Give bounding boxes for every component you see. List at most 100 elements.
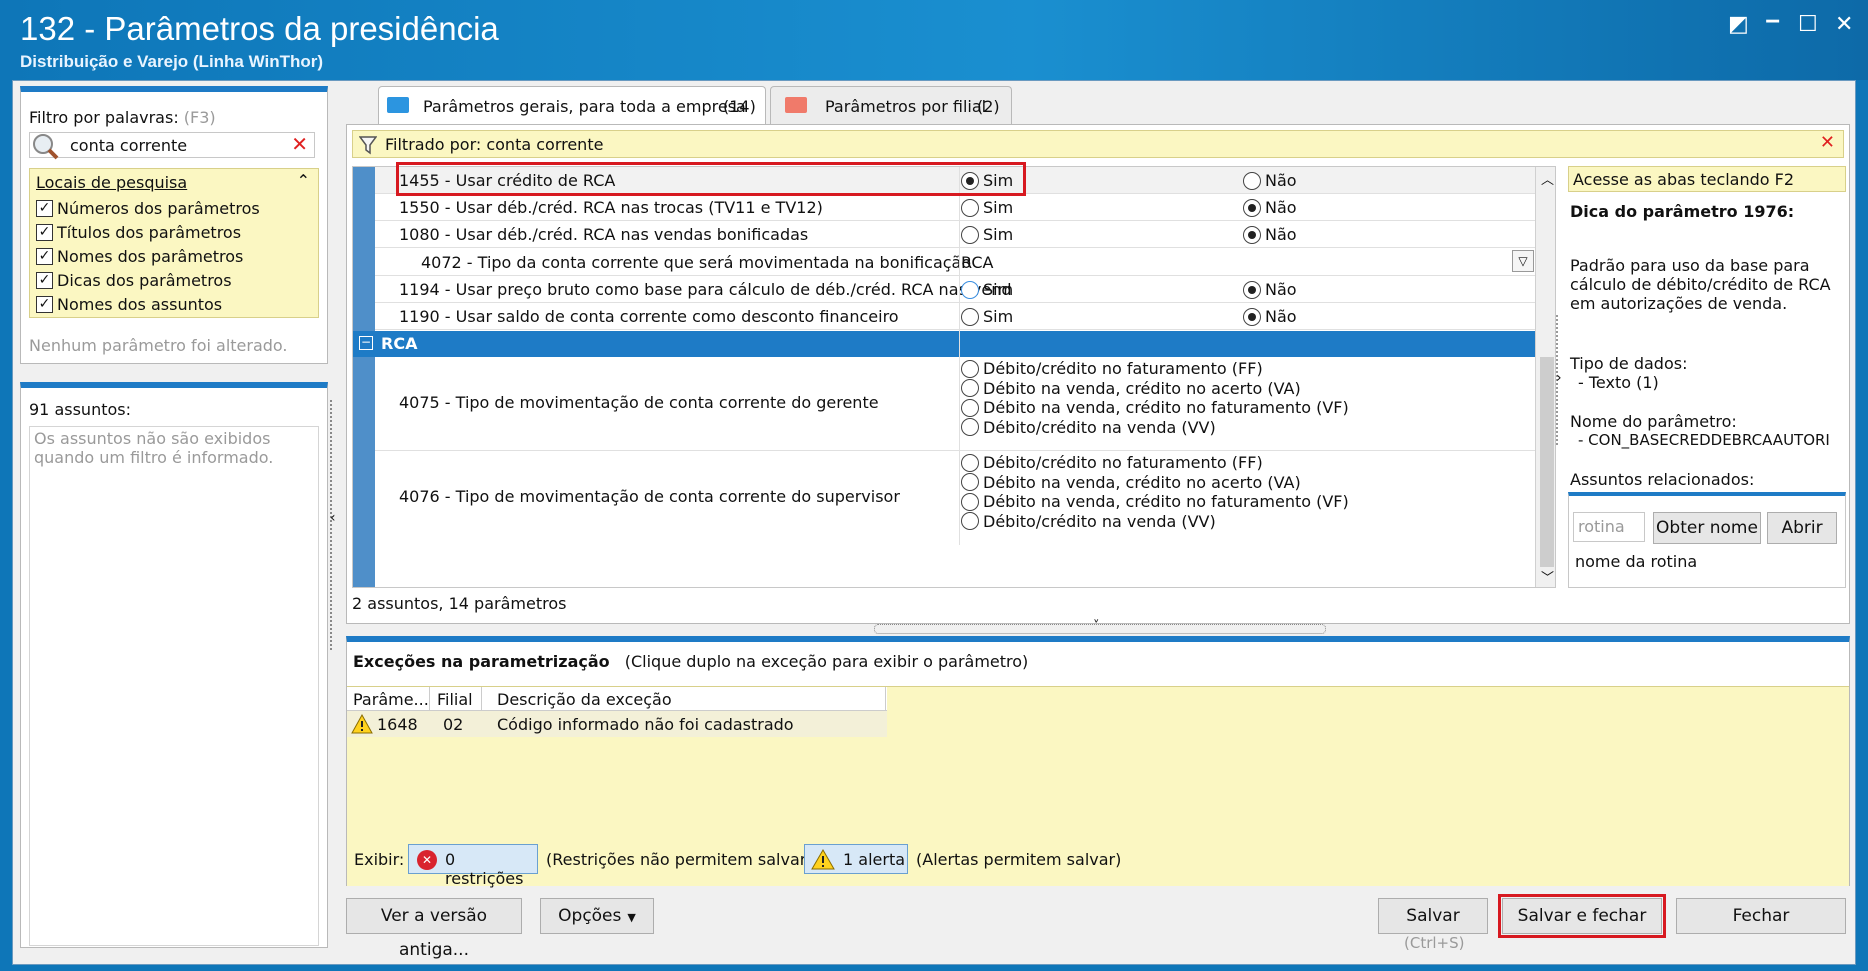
tab-parametros-filial[interactable]: Parâmetros por filial (2): [770, 86, 1012, 124]
scroll-up-icon[interactable]: ︿: [1541, 169, 1554, 188]
locais-item[interactable]: ✓ Números dos parâmetros: [36, 199, 260, 218]
radio-icon[interactable]: [1243, 198, 1261, 217]
radio-yes[interactable]: Sim: [961, 280, 1013, 300]
radio-option[interactable]: Débito na venda, crédito no acerto (VA): [961, 473, 1349, 493]
group-header-rca[interactable]: − RCA: [353, 331, 1535, 357]
radio-icon[interactable]: [961, 359, 979, 378]
param-grid: 1455 - Usar crédito de RCA Sim Não 1550 …: [352, 166, 1556, 588]
abrir-button[interactable]: Abrir: [1767, 512, 1837, 544]
tipo-value: - Texto (1): [1578, 373, 1659, 392]
maximize-icon[interactable]: ☐: [1798, 12, 1818, 37]
param-row[interactable]: 1194 - Usar preço bruto como base para c…: [375, 276, 1535, 303]
param-row[interactable]: 1190 - Usar saldo de conta corrente como…: [375, 303, 1535, 330]
locais-title: Locais de pesquisa: [36, 173, 188, 192]
checkbox-icon[interactable]: ✓: [36, 248, 53, 265]
tab-parametros-gerais[interactable]: Parâmetros gerais, para toda a empresa (…: [378, 86, 766, 126]
radio-icon[interactable]: [961, 379, 979, 397]
assuntos-note: Os assuntos não são exibidos quando um f…: [34, 429, 274, 467]
rotina-input[interactable]: rotina: [1573, 512, 1645, 542]
radio-icon[interactable]: [961, 418, 979, 436]
filter-input[interactable]: conta corrente: [70, 136, 187, 155]
radio-option[interactable]: Débito na venda, crédito no faturamento …: [961, 492, 1349, 512]
horizontal-splitter[interactable]: [874, 624, 1326, 634]
locais-item[interactable]: ✓ Nomes dos parâmetros: [36, 247, 243, 266]
radio-yes[interactable]: Sim: [961, 225, 1013, 245]
radio-option[interactable]: Débito na venda, crédito no faturamento …: [961, 398, 1349, 418]
chevron-down-icon[interactable]: ▽: [1512, 250, 1534, 272]
clear-filter-icon[interactable]: ✕: [291, 132, 308, 156]
radio-yes[interactable]: Sim: [961, 307, 1013, 327]
radio-option[interactable]: Débito/crédito na venda (VV): [961, 418, 1349, 438]
radio-option[interactable]: Débito/crédito no faturamento (FF): [961, 359, 1349, 379]
radio-icon[interactable]: [961, 453, 979, 472]
splitter-down-icon[interactable]: ˅: [1093, 619, 1100, 634]
close-filter-icon[interactable]: ✕: [1820, 132, 1835, 153]
assuntos-list: Os assuntos não são exibidos quando um f…: [29, 426, 319, 946]
radio-no[interactable]: Não: [1243, 225, 1297, 245]
radio-option[interactable]: Débito/crédito na venda (VV): [961, 512, 1349, 532]
locais-item[interactable]: ✓ Títulos dos parâmetros: [36, 223, 241, 242]
radio-icon[interactable]: [961, 280, 979, 299]
filter-bar-text: Filtrado por: conta corrente: [385, 135, 604, 154]
radio-option[interactable]: Débito na venda, crédito no acerto (VA): [961, 379, 1349, 399]
restricoes-toggle[interactable]: ✕ 0 restrições: [408, 844, 538, 888]
dropdown-arrow-icon: ▼: [627, 911, 636, 924]
column-header[interactable]: Parâme...: [353, 690, 429, 709]
param-row[interactable]: 1550 - Usar déb./créd. RCA nas trocas (T…: [375, 194, 1535, 221]
radio-icon[interactable]: [1243, 280, 1261, 299]
collapse-group-icon[interactable]: −: [359, 336, 373, 350]
scroll-thumb[interactable]: [1540, 357, 1554, 567]
radio-no[interactable]: Não: [1243, 198, 1297, 218]
column-header[interactable]: Filial: [437, 690, 473, 709]
highlight-param-1455: [396, 162, 1026, 196]
radio-icon[interactable]: [1243, 225, 1261, 244]
close-icon[interactable]: ✕: [1835, 12, 1853, 37]
radio-option[interactable]: Débito/crédito no faturamento (FF): [961, 453, 1349, 473]
locais-item[interactable]: ✓ Nomes dos assuntos: [36, 295, 222, 314]
radio-icon[interactable]: [961, 225, 979, 244]
collapse-icon[interactable]: ⌃: [297, 171, 310, 190]
radio-no[interactable]: Não: [1243, 307, 1297, 327]
salvar-button[interactable]: Salvar: [1378, 898, 1488, 934]
param-row[interactable]: 1080 - Usar déb./créd. RCA nas vendas bo…: [375, 221, 1535, 248]
window-title: 132 - Parâmetros da presidência: [20, 10, 499, 47]
chevron-right-icon[interactable]: ›: [1556, 370, 1562, 386]
splitter-arrow-icon[interactable]: ‹: [330, 510, 336, 526]
table-row[interactable]: 1648 02 Código informado não foi cadastr…: [347, 711, 887, 737]
filter-label: Filtro por palavras:: [29, 108, 179, 127]
alertas-toggle[interactable]: 1 alerta: [804, 844, 908, 874]
checkbox-icon[interactable]: ✓: [36, 296, 53, 313]
column-header[interactable]: Descrição da exceção: [497, 690, 672, 709]
filter-search-box[interactable]: conta corrente ✕: [29, 132, 315, 160]
restore-icon[interactable]: ◩: [1728, 12, 1749, 37]
param-row[interactable]: 4076 - Tipo de movimentação de conta cor…: [375, 451, 1535, 545]
checkbox-icon[interactable]: ✓: [36, 224, 53, 241]
opcoes-button[interactable]: Opções ▼: [540, 898, 654, 934]
radio-yes[interactable]: Sim: [961, 198, 1013, 218]
radio-icon[interactable]: [1243, 307, 1261, 326]
checkbox-icon[interactable]: ✓: [36, 272, 53, 289]
warning-icon: [811, 849, 835, 870]
radio-no[interactable]: Não: [1243, 171, 1297, 191]
select-value[interactable]: RCA: [961, 253, 993, 272]
radio-icon[interactable]: [961, 492, 979, 511]
obter-nome-button[interactable]: Obter nome: [1653, 512, 1761, 544]
radio-icon[interactable]: [961, 398, 979, 417]
locais-item[interactable]: ✓ Dicas dos parâmetros: [36, 271, 232, 290]
versao-antiga-button[interactable]: Ver a versão antiga...: [346, 898, 522, 960]
param-row[interactable]: 4075 - Tipo de movimentação de conta cor…: [375, 357, 1535, 451]
assuntos-relacionados-label: Assuntos relacionados:: [1570, 470, 1755, 489]
minimize-icon[interactable]: ‒: [1765, 8, 1780, 33]
grid-scrollbar[interactable]: ︿ ﹀: [1535, 167, 1555, 587]
radio-icon[interactable]: [961, 307, 979, 326]
param-row[interactable]: 4072 - Tipo da conta corrente que será m…: [375, 248, 1535, 276]
scroll-down-icon[interactable]: ﹀: [1541, 567, 1554, 586]
radio-icon[interactable]: [1243, 171, 1261, 190]
radio-icon[interactable]: [961, 512, 979, 530]
checkbox-icon[interactable]: ✓: [36, 200, 53, 217]
radio-no[interactable]: Não: [1243, 280, 1297, 300]
locais-box: Locais de pesquisa ⌃ ✓ Números dos parâme…: [29, 168, 319, 318]
radio-icon[interactable]: [961, 198, 979, 217]
fechar-button[interactable]: Fechar: [1676, 898, 1846, 934]
radio-icon[interactable]: [961, 473, 979, 491]
